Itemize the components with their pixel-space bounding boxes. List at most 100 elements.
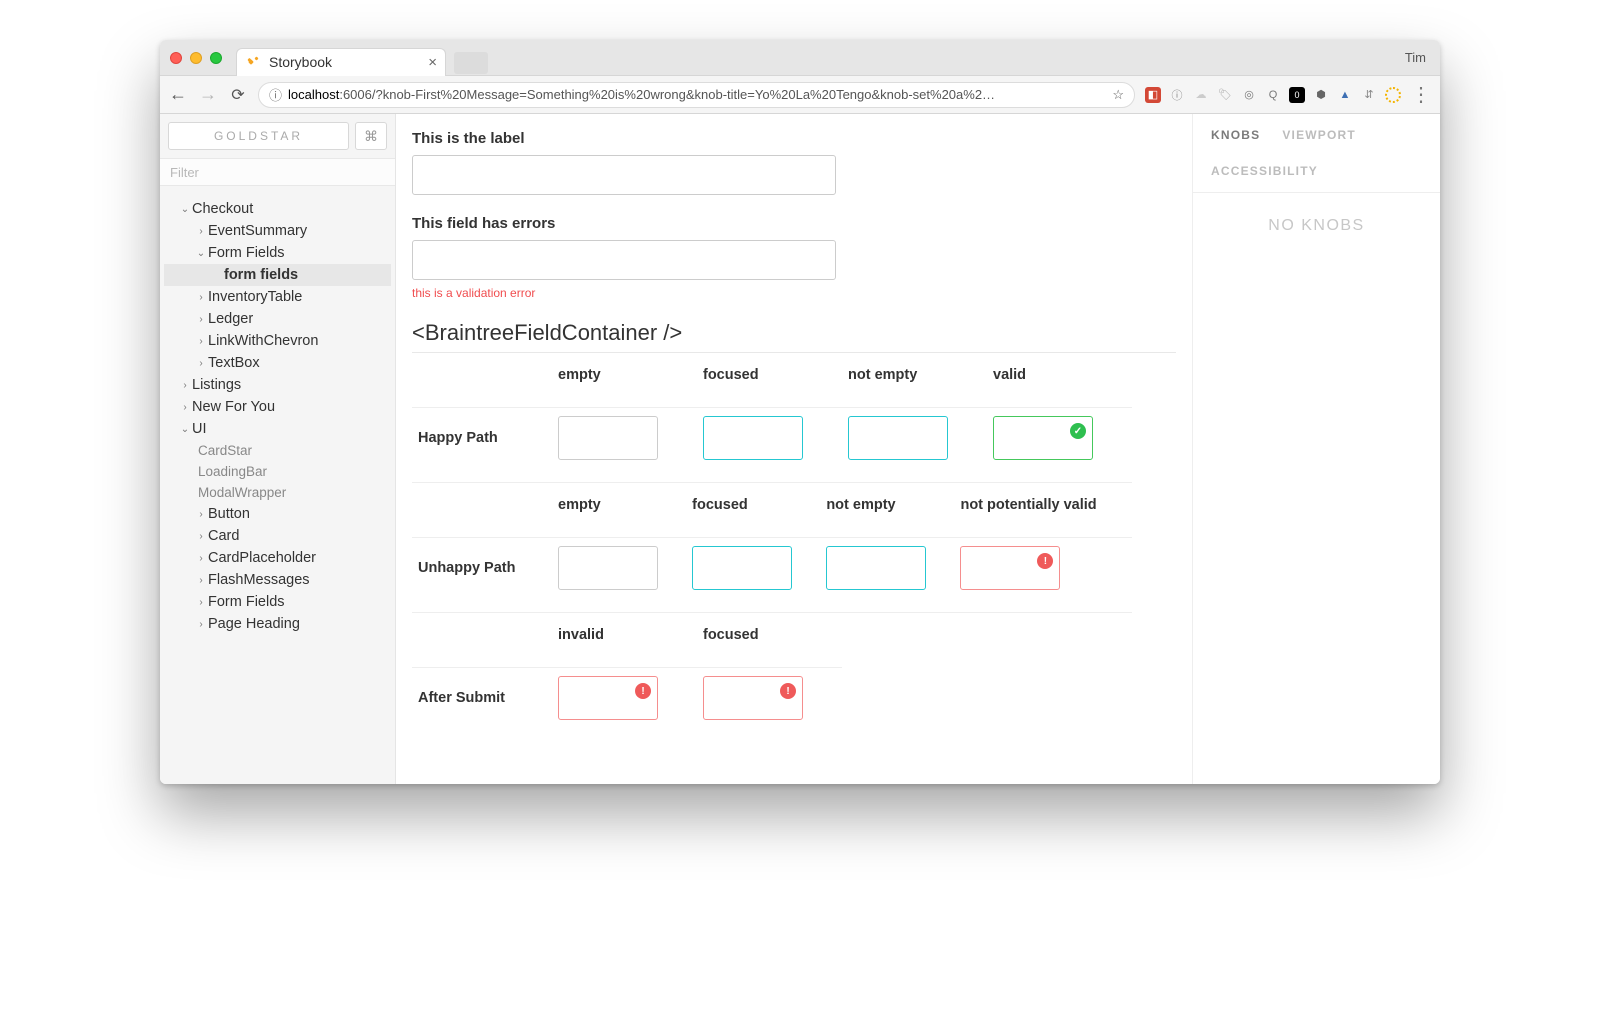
bookmark-star-icon[interactable]: ☆: [1112, 87, 1124, 103]
tree-folder-newforyou[interactable]: ›New For You: [164, 396, 391, 418]
field-label: This is the label: [412, 130, 1176, 147]
browser-tab-active[interactable]: Storybook ×: [236, 48, 446, 76]
col-header: focused: [697, 613, 842, 668]
chevron-down-icon: ⌄: [178, 424, 192, 435]
no-knobs-text: NO KNOBS: [1268, 217, 1364, 235]
field-state-focused-error[interactable]: !: [703, 676, 803, 720]
tree-folder-cardplaceholder[interactable]: ›CardPlaceholder: [164, 547, 391, 569]
chevron-right-icon: ›: [194, 358, 208, 369]
reload-button[interactable]: ⟳: [228, 85, 248, 105]
shortcuts-button[interactable]: ⌘: [355, 122, 387, 150]
window-close-button[interactable]: [170, 52, 182, 64]
extension-icon[interactable]: ▲: [1337, 87, 1353, 103]
tree-folder-ledger[interactable]: ›Ledger: [164, 308, 391, 330]
col-header: empty: [552, 483, 686, 538]
field-state-empty[interactable]: [558, 416, 658, 460]
tree-folder-formfields2[interactable]: ›Form Fields: [164, 591, 391, 613]
tree-folder-flashmessages[interactable]: ›FlashMessages: [164, 569, 391, 591]
tree-folder-button[interactable]: ›Button: [164, 503, 391, 525]
chrome-profile-name[interactable]: Tim: [1405, 50, 1430, 65]
col-header: not empty: [842, 353, 987, 408]
chevron-right-icon: ›: [194, 575, 208, 586]
url-text: localhost:6006/?knob-First%20Message=Som…: [288, 87, 995, 102]
addons-panel: KNOBS VIEWPORT ACCESSIBILITY NO KNOBS: [1192, 114, 1440, 784]
addons-tabs: KNOBS VIEWPORT ACCESSIBILITY: [1193, 114, 1440, 178]
chevron-right-icon: ›: [194, 226, 208, 237]
chevron-right-icon: ›: [194, 553, 208, 564]
tab-close-icon[interactable]: ×: [428, 55, 437, 70]
storybook-sidebar: GOLDSTAR ⌘ ⌄Checkout ›EventSummary ⌄Form…: [160, 114, 396, 784]
tree-story-cardstar[interactable]: CardStar: [164, 440, 391, 461]
chevron-right-icon: ›: [194, 619, 208, 630]
addon-tab-accessibility[interactable]: ACCESSIBILITY: [1211, 164, 1318, 178]
col-header: not potentially valid: [954, 483, 1132, 538]
row-name: Happy Path: [412, 408, 552, 483]
extension-icon[interactable]: 0: [1289, 87, 1305, 103]
tree-folder-eventsummary[interactable]: ›EventSummary: [164, 220, 391, 242]
address-bar[interactable]: ⓘ localhost:6006/?knob-First%20Message=S…: [258, 82, 1135, 108]
extension-icon[interactable]: ⬢: [1313, 87, 1329, 103]
tree-folder-ui[interactable]: ⌄UI: [164, 418, 391, 440]
col-header: valid: [987, 353, 1132, 408]
extension-icon[interactable]: [1385, 87, 1401, 103]
text-input[interactable]: [412, 155, 836, 195]
state-table-unhappy: empty focused not empty not potentially …: [412, 483, 1132, 613]
chevron-down-icon: ⌄: [194, 248, 208, 259]
alert-icon: !: [780, 683, 796, 699]
text-input[interactable]: [412, 240, 836, 280]
extension-icon[interactable]: ⇵: [1361, 87, 1377, 103]
site-info-icon[interactable]: ⓘ: [269, 85, 282, 104]
extension-icon[interactable]: ◧: [1145, 87, 1161, 103]
favicon-icon: [247, 55, 261, 69]
field-state-invalid[interactable]: !: [558, 676, 658, 720]
browser-window: Storybook × Tim ← → ⟳ ⓘ localhost:6006/?…: [160, 40, 1440, 784]
brand-button[interactable]: GOLDSTAR: [168, 122, 349, 150]
tree-folder-card[interactable]: ›Card: [164, 525, 391, 547]
tree-folder-checkout[interactable]: ⌄Checkout: [164, 198, 391, 220]
tree-folder-formfields[interactable]: ⌄Form Fields: [164, 242, 391, 264]
extension-icon[interactable]: 🏷: [1217, 87, 1233, 103]
filter-input[interactable]: [160, 158, 395, 186]
field-state-empty[interactable]: [558, 546, 658, 590]
chevron-right-icon: ›: [178, 380, 192, 391]
field-state-notempty[interactable]: [826, 546, 926, 590]
new-tab-button[interactable]: [454, 52, 488, 74]
tree-folder-pageheading[interactable]: ›Page Heading: [164, 613, 391, 635]
tab-title: Storybook: [269, 54, 332, 70]
extension-icon[interactable]: Q: [1265, 87, 1281, 103]
addon-tab-knobs[interactable]: KNOBS: [1211, 128, 1260, 142]
tree-story-formfields[interactable]: form fields: [164, 264, 391, 286]
window-controls: [170, 52, 222, 64]
tree-folder-listings[interactable]: ›Listings: [164, 374, 391, 396]
chrome-menu-icon[interactable]: ⋮: [1411, 82, 1432, 107]
extension-icon[interactable]: ◎: [1241, 87, 1257, 103]
section-heading: <BraintreeFieldContainer />: [412, 320, 1176, 346]
window-minimize-button[interactable]: [190, 52, 202, 64]
row-name: After Submit: [412, 668, 552, 743]
field-state-notempty[interactable]: [848, 416, 948, 460]
state-table-happy: empty focused not empty valid Happy Path…: [412, 353, 1132, 483]
tree-folder-textbox[interactable]: ›TextBox: [164, 352, 391, 374]
tree-story-modalwrapper[interactable]: ModalWrapper: [164, 482, 391, 503]
chevron-right-icon: ›: [178, 402, 192, 413]
addon-tab-viewport[interactable]: VIEWPORT: [1282, 128, 1356, 142]
field-state-focused[interactable]: [692, 546, 792, 590]
alert-icon: !: [635, 683, 651, 699]
field-state-focused[interactable]: [703, 416, 803, 460]
chevron-right-icon: ›: [194, 531, 208, 542]
field-state-notpotentiallyvalid[interactable]: !: [960, 546, 1060, 590]
extension-icons: ◧ ⓘ ☁ 🏷 ◎ Q 0 ⬢ ▲ ⇵ ⋮: [1145, 82, 1432, 107]
chevron-right-icon: ›: [194, 509, 208, 520]
col-header: empty: [552, 353, 697, 408]
back-button[interactable]: ←: [168, 84, 188, 105]
tree-folder-inventorytable[interactable]: ›InventoryTable: [164, 286, 391, 308]
field-state-valid[interactable]: ✓: [993, 416, 1093, 460]
window-zoom-button[interactable]: [210, 52, 222, 64]
tree-folder-linkwithchevron[interactable]: ›LinkWithChevron: [164, 330, 391, 352]
story-tree: ⌄Checkout ›EventSummary ⌄Form Fields for…: [160, 196, 395, 637]
tree-story-loadingbar[interactable]: LoadingBar: [164, 461, 391, 482]
extension-icon[interactable]: ⓘ: [1169, 87, 1185, 103]
extension-icon[interactable]: ☁: [1193, 87, 1209, 103]
state-table-aftersubmit: invalid focused After Submit ! !: [412, 613, 842, 742]
row-name: Unhappy Path: [412, 538, 552, 613]
